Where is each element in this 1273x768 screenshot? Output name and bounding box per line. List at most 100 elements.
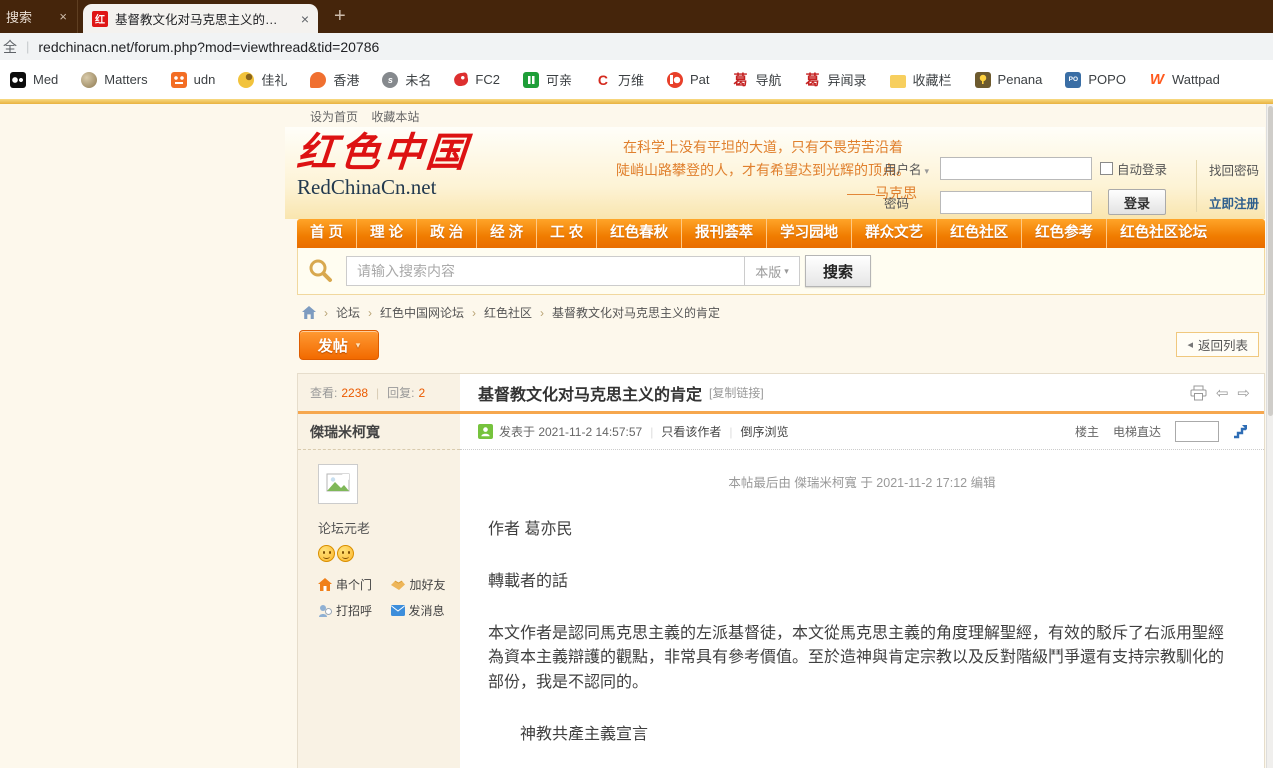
login-panel: 用户名▾ 自动登录 密码 登录 找回密码 立即注册 xyxy=(884,157,1259,215)
bookmarks-bar: Med Matters udn 佳礼 香港 s未名 FC2 可亲 C万维 Pat 葛导航 葛异闻录 收藏… xyxy=(0,60,1273,99)
bookmark-item[interactable]: POPOPO xyxy=(1065,72,1126,88)
tab-thread[interactable]: 红 基督教文化对马克思主义的肯定 × xyxy=(83,4,318,33)
crumb-separator-icon: › xyxy=(324,306,328,320)
prev-thread-icon[interactable]: ⇦ xyxy=(1216,384,1229,402)
popo-icon: PO xyxy=(1065,72,1081,88)
home-icon[interactable] xyxy=(302,306,316,319)
add-friend-link[interactable]: 加好友 xyxy=(391,576,453,593)
bookmark-item[interactable]: Pat xyxy=(667,72,710,88)
nav-item[interactable]: 经 济 xyxy=(476,219,536,248)
bookmark-label: FC2 xyxy=(475,72,500,87)
logo-domain: RedChinaCn.net xyxy=(297,175,469,199)
nav-item[interactable]: 理 论 xyxy=(356,219,416,248)
action-row: 发帖 ▾ ◂ 返回列表 xyxy=(285,329,1265,363)
edit-note: 本帖最后由 傑瑞米柯寬 于 2021-11-2 17:12 编辑 xyxy=(488,472,1236,491)
back-to-list-button[interactable]: ◂ 返回列表 xyxy=(1176,332,1259,357)
set-home-link[interactable]: 设为首页 xyxy=(310,110,358,124)
post-paragraph: 本文作者是認同馬克思主義的左派基督徒，本文從馬克思主義的角度理解聖經，有效的駁斥… xyxy=(488,622,1236,696)
bookmark-item[interactable]: 佳礼 xyxy=(238,70,287,89)
bookmark-item[interactable]: s未名 xyxy=(382,70,431,89)
nav-item[interactable]: 政 治 xyxy=(416,219,476,248)
close-icon[interactable]: × xyxy=(59,9,67,24)
motto-line-1: 在科学上没有平坦的大道，只有不畏劳苦沿着 xyxy=(537,136,989,159)
browser-tab-bar: 搜索 × 红 基督教文化对马克思主义的肯定 × + xyxy=(0,0,1273,33)
new-post-button[interactable]: 发帖 ▾ xyxy=(299,330,379,360)
logo-calligraphy: 红色中国 xyxy=(295,131,471,175)
views-count: 2238 xyxy=(341,386,368,400)
search-scope-select[interactable]: 本版▾ xyxy=(744,256,800,286)
copy-link[interactable]: [复制链接] xyxy=(709,384,764,401)
close-icon[interactable]: × xyxy=(301,11,309,27)
nav-item[interactable]: 工 农 xyxy=(536,219,596,248)
register-link[interactable]: 立即注册 xyxy=(1209,193,1259,212)
chevron-down-icon[interactable]: ▾ xyxy=(925,166,930,176)
site-header: 红色中国 RedChinaCn.net 在科学上没有平坦的大道，只有不畏劳苦沿着… xyxy=(285,127,1265,219)
search-input[interactable] xyxy=(346,256,744,286)
udn-icon xyxy=(171,72,187,88)
creaders-icon: C xyxy=(595,72,611,88)
bookmark-item[interactable]: 葛导航 xyxy=(733,70,782,89)
send-message-link[interactable]: 发消息 xyxy=(391,602,453,619)
thread-stats: 查看: 2238 | 回复: 2 xyxy=(298,374,460,414)
login-button[interactable]: 登录 xyxy=(1108,189,1166,215)
bookmark-item[interactable]: Matters xyxy=(81,72,147,88)
bookmark-item[interactable]: Med xyxy=(10,72,58,88)
elevator-jump-icon[interactable] xyxy=(1233,424,1248,439)
security-indicator[interactable]: 全 xyxy=(3,37,17,57)
auto-login-option[interactable]: 自动登录 xyxy=(1092,159,1184,178)
print-icon[interactable] xyxy=(1190,385,1207,401)
reverse-browse-link[interactable]: 倒序浏览 xyxy=(740,423,788,440)
chevron-down-icon: ▾ xyxy=(356,340,361,351)
visit-home-link[interactable]: 串个门 xyxy=(318,576,379,593)
bookmark-item[interactable]: 葛异闻录 xyxy=(805,70,867,89)
bookmark-item[interactable]: 香港 xyxy=(310,70,359,89)
bookmark-item[interactable]: C万维 xyxy=(595,70,644,89)
matters-icon xyxy=(81,72,97,88)
password-input[interactable] xyxy=(940,191,1092,214)
greet-link[interactable]: 打招呼 xyxy=(318,602,379,619)
nav-item[interactable]: 红色社区 xyxy=(936,219,1021,248)
avatar[interactable] xyxy=(318,464,358,504)
only-author-link[interactable]: 只看该作者 xyxy=(661,423,721,440)
nav-item[interactable]: 报刊荟萃 xyxy=(681,219,766,248)
nav-item[interactable]: 红色参考 xyxy=(1021,219,1106,248)
cari-icon xyxy=(238,72,254,88)
bookmark-item[interactable]: WWattpad xyxy=(1149,72,1220,88)
bookmark-site-link[interactable]: 收藏本站 xyxy=(371,110,419,124)
bookmark-item[interactable]: udn xyxy=(171,72,216,88)
new-tab-button[interactable]: + xyxy=(334,6,346,26)
bookmark-item[interactable]: Penana xyxy=(975,72,1043,88)
find-password-link[interactable]: 找回密码 xyxy=(1209,160,1259,179)
nav-item[interactable]: 红色春秋 xyxy=(596,219,681,248)
bookmark-label: 可亲 xyxy=(546,70,572,89)
breadcrumb-link[interactable]: 红色中国网论坛 xyxy=(380,304,464,321)
next-thread-icon[interactable]: ⇨ xyxy=(1237,384,1250,402)
nav-item[interactable]: 群众文艺 xyxy=(851,219,936,248)
nav-item[interactable]: 学习园地 xyxy=(766,219,851,248)
bookmark-item[interactable]: FC2 xyxy=(454,72,500,87)
post-content: 本帖最后由 傑瑞米柯寬 于 2021-11-2 17:12 编辑 作者 葛亦民轉… xyxy=(460,450,1264,768)
bookmark-item[interactable]: 收藏栏 xyxy=(890,70,952,89)
site-logo[interactable]: 红色中国 RedChinaCn.net xyxy=(297,131,469,199)
chevron-down-icon: ▾ xyxy=(784,266,789,277)
breadcrumb-link[interactable]: 论坛 xyxy=(336,304,360,321)
auto-login-checkbox[interactable] xyxy=(1100,162,1113,175)
nav-item[interactable]: 红色社区论坛 xyxy=(1106,219,1220,248)
elevator-input[interactable] xyxy=(1175,421,1219,442)
breadcrumb-link[interactable]: 基督教文化对马克思主义的肯定 xyxy=(552,304,720,321)
floor-label: 楼主 xyxy=(1075,423,1099,440)
online-user-icon xyxy=(478,424,493,439)
scrollbar-thumb[interactable] xyxy=(1268,106,1273,416)
smiley-medal-icon xyxy=(318,545,335,562)
page-scrollbar[interactable] xyxy=(1266,104,1273,768)
breadcrumb-link[interactable]: 红色社区 xyxy=(484,304,532,321)
url-text[interactable]: redchinacn.net/forum.php?mod=viewthread&… xyxy=(38,39,379,55)
address-bar[interactable]: 全 | redchinacn.net/forum.php?mod=viewthr… xyxy=(0,33,1273,60)
bookmark-item[interactable]: 可亲 xyxy=(523,70,572,89)
nav-item[interactable]: 首 页 xyxy=(297,219,356,248)
tab-search[interactable]: 搜索 × xyxy=(0,0,78,33)
author-name[interactable]: 傑瑞米柯寬 xyxy=(310,422,380,442)
username-input[interactable] xyxy=(940,157,1092,180)
search-button[interactable]: 搜索 xyxy=(805,255,871,287)
password-label: 密码 xyxy=(884,193,940,212)
